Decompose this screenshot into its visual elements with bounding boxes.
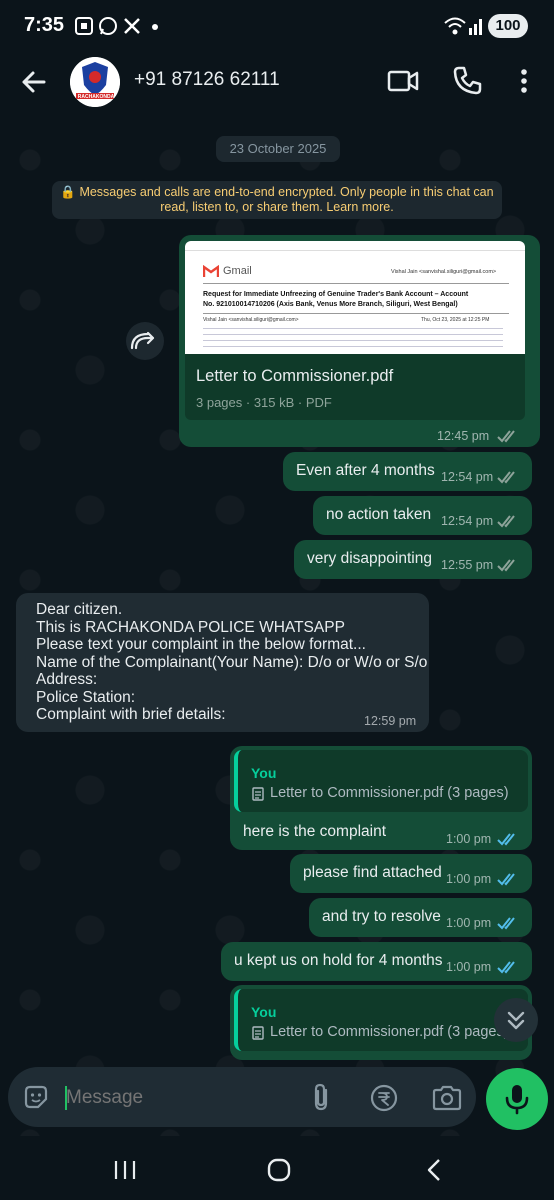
incoming-message-text: Dear citizen. This is RACHAKONDA POLICE …: [36, 601, 427, 724]
camera-icon: [432, 1085, 462, 1111]
contact-name[interactable]: +91 87126 62111: [134, 69, 280, 91]
double-tick-icon: [497, 515, 515, 528]
document-icon: [252, 1026, 264, 1040]
pdf-file-meta: 3 pages · 315 kB · PDF: [196, 395, 332, 410]
phone-icon: [453, 66, 482, 95]
double-tick-read-icon: [497, 833, 515, 846]
message-text: u kept us on hold for 4 months: [234, 952, 443, 969]
status-time: 7:35: [24, 14, 65, 36]
pdf-sender: Vishal Jain <sanvishal.siliguri@gmail.co…: [203, 317, 299, 323]
recents-icon: [114, 1161, 136, 1179]
payment-button[interactable]: [369, 1083, 399, 1113]
double-tick-icon: [497, 471, 515, 484]
pdf-sender-top: Vishal Jain <sanvishal.siliguri@gmail.co…: [391, 269, 497, 275]
paperclip-icon: [314, 1083, 328, 1111]
quoted-message[interactable]: You Letter to Commissioner.pdf (3 pages): [234, 989, 528, 1051]
incoming-line: Police Station:: [36, 688, 136, 706]
message-time: 1:00 pm: [446, 960, 492, 974]
message-time: 12:55 pm: [441, 558, 494, 572]
avatar-label: RACHAKONDA POLICE: [77, 94, 115, 106]
message-time: 1:00 pm: [446, 832, 492, 846]
double-chevron-down-icon: [507, 1011, 525, 1030]
pdf-file-name: Letter to Commissioner.pdf: [196, 367, 394, 385]
gmail-logo-icon: [202, 264, 220, 278]
rupee-icon: [370, 1084, 398, 1112]
forward-button[interactable]: [126, 322, 164, 360]
sticker-button[interactable]: [22, 1083, 50, 1111]
attach-button[interactable]: [308, 1082, 336, 1112]
message-text: very disappointing: [307, 550, 432, 567]
pdf-preview[interactable]: Gmail Vishal Jain <sanvishal.siliguri@gm…: [185, 241, 525, 354]
video-call-button[interactable]: [386, 64, 420, 98]
double-tick-read-icon: [497, 873, 515, 886]
more-notifications-dot: [152, 24, 158, 30]
double-tick-icon: [497, 430, 515, 443]
double-tick-read-icon: [497, 917, 515, 930]
x-icon: [122, 16, 142, 36]
encryption-notice[interactable]: 🔒 Messages and calls are end-to-end encr…: [52, 181, 502, 219]
incoming-line: Name of the Complainant(Your Name): D/o …: [36, 653, 428, 671]
double-tick-read-icon: [497, 961, 515, 974]
incoming-line: This is RACHAKONDA POLICE WHATSAPP: [36, 618, 345, 636]
home-icon: [267, 1158, 291, 1182]
back-button[interactable]: [16, 64, 52, 100]
pdf-divider-2: [203, 313, 509, 314]
quoted-message[interactable]: You Letter to Commissioner.pdf (3 pages): [234, 750, 528, 812]
recents-button[interactable]: [112, 1158, 138, 1182]
pdf-divider: [203, 283, 509, 284]
voice-call-button[interactable]: [450, 64, 484, 98]
date-chip: 23 October 2025: [216, 136, 340, 162]
message-text: and try to resolve: [322, 908, 441, 925]
message-time: 12:54 pm: [441, 470, 494, 484]
incoming-line: Address:: [36, 671, 98, 688]
scroll-to-bottom-button[interactable]: [494, 998, 538, 1042]
quote-document: Letter to Commissioner.pdf (3 pages): [270, 1024, 509, 1040]
battery-indicator: 100: [488, 14, 528, 38]
forward-icon: [130, 331, 155, 350]
incoming-line: Please text your complaint in the below …: [36, 636, 366, 653]
pdf-subject-line-1: Request for Immediate Unfreezing of Genu…: [203, 291, 469, 298]
microphone-icon: [505, 1085, 529, 1115]
pdf-info[interactable]: Letter to Commissioner.pdf 3 pages · 315…: [185, 354, 525, 420]
pdf-recipients-block: [203, 325, 503, 351]
quote-document: Letter to Commissioner.pdf (3 pages): [270, 785, 509, 801]
signal-icon: [468, 16, 484, 36]
message-time: 1:00 pm: [446, 916, 492, 930]
chevron-left-icon: [427, 1159, 440, 1181]
quote-author: You: [251, 1004, 277, 1020]
voice-message-button[interactable]: [486, 1068, 548, 1130]
message-text: Even after 4 months: [296, 462, 435, 479]
message-input[interactable]: [66, 1082, 286, 1114]
message-text: here is the complaint: [243, 823, 387, 840]
encryption-line-2: read, listen to, or share them. Learn mo…: [160, 200, 394, 214]
message-time: 12:59 pm: [364, 714, 417, 728]
sticker-icon: [24, 1085, 48, 1109]
pdf-preview-topline: [185, 241, 525, 251]
incoming-line: Dear citizen.: [36, 601, 123, 618]
pdf-subject-line-2: No. 921010014710206 (Axis Bank, Venus Mo…: [203, 301, 458, 308]
back-nav-button[interactable]: [424, 1158, 444, 1182]
more-vertical-icon: [521, 69, 527, 93]
video-camera-icon: [387, 70, 419, 92]
message-time: 12:45 pm: [437, 429, 490, 443]
screenshot-icon: [74, 16, 94, 36]
pdf-datetime: Thu, Oct 23, 2025 at 12:25 PM: [421, 317, 490, 323]
document-icon: [252, 787, 264, 801]
arrow-left-icon: [22, 71, 46, 93]
message-text: please find attached: [303, 864, 442, 881]
home-button[interactable]: [266, 1157, 292, 1183]
camera-button[interactable]: [431, 1083, 463, 1113]
whatsapp-icon: [98, 16, 118, 36]
wifi-icon: [444, 16, 466, 36]
quote-author: You: [251, 765, 277, 781]
message-time: 12:54 pm: [441, 514, 494, 528]
message-text: no action taken: [326, 506, 432, 523]
gmail-label: Gmail: [223, 265, 252, 277]
encryption-line-1: 🔒 Messages and calls are end-to-end encr…: [60, 185, 494, 199]
double-tick-icon: [497, 559, 515, 572]
more-options-button[interactable]: [512, 64, 536, 98]
message-time: 1:00 pm: [446, 872, 492, 886]
